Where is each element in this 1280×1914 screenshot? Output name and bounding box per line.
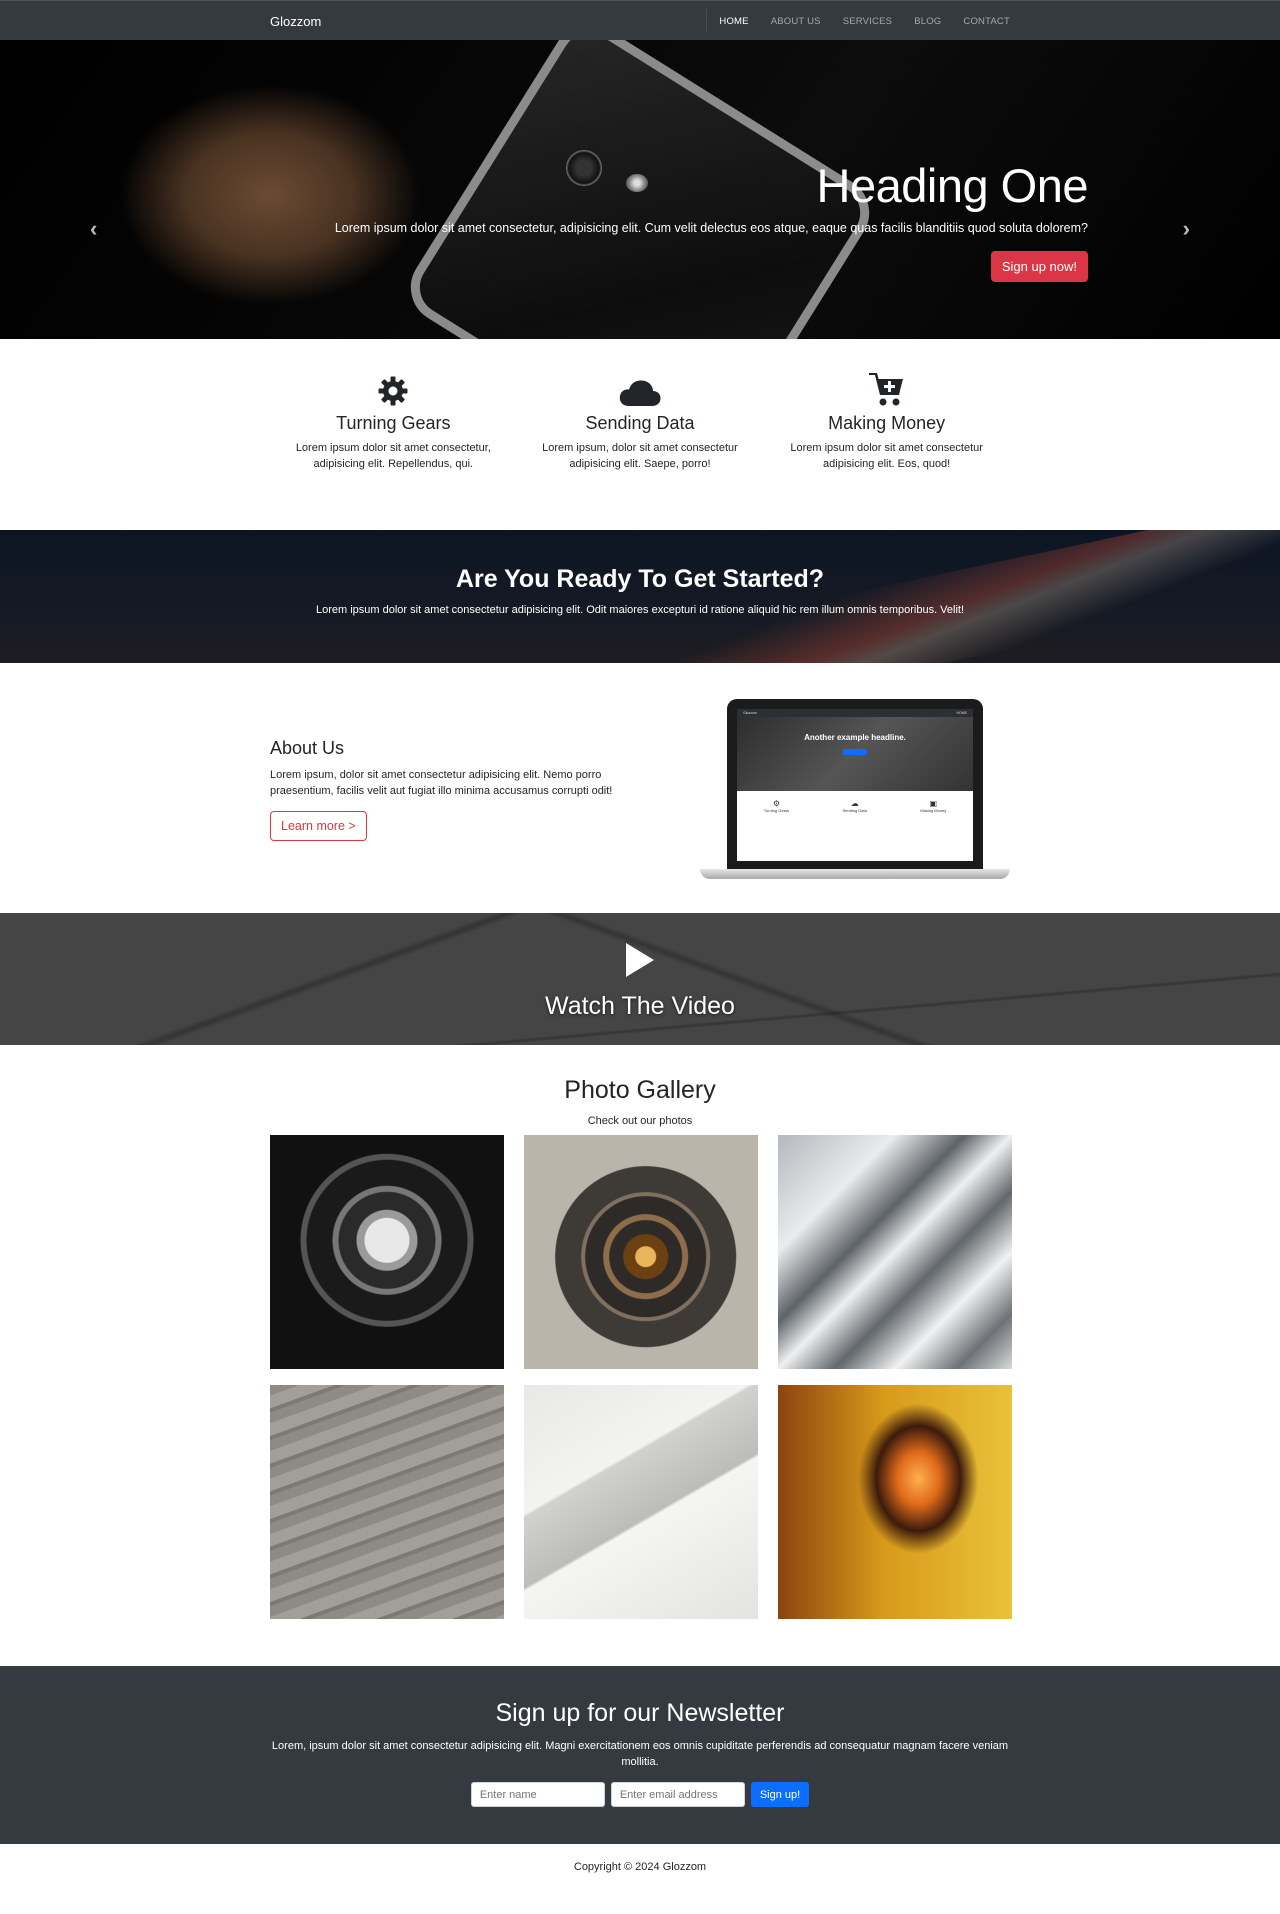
get-started-text: Lorem ipsum dolor sit amet consectetur a… — [315, 604, 965, 616]
mockup-feature: ⚙ Turning Gears — [763, 799, 790, 813]
mockup-nav-home: HOME — [956, 711, 968, 715]
feature-title: Making Money — [828, 413, 946, 433]
cart-plus-icon: ▣ — [929, 799, 938, 808]
laptop-screen: Glozzom HOME Another example headline. ⚙… — [727, 699, 983, 869]
about-content: About Us Lorem ipsum, dolor sit amet con… — [270, 738, 640, 841]
hero-text: Lorem ipsum dolor sit amet consectetur, … — [334, 221, 1088, 235]
gear-icon — [286, 371, 501, 407]
nav-menu: HOME ABOUT US SERVICES BLOG CONTACT — [706, 9, 1010, 33]
mockup-feature: ☁ Sending Data — [842, 799, 867, 813]
gallery-photo-dome-ceiling[interactable] — [270, 1135, 504, 1369]
mockup-features: ⚙ Turning Gears ☁ Sending Data ▣ Making Mon… — [737, 791, 973, 813]
video-section: Watch The Video — [0, 913, 1280, 1045]
about-section: About Us Lorem ipsum, dolor sit amet con… — [0, 663, 1280, 913]
sign-up-now-button[interactable]: Sign up now! — [990, 251, 1088, 282]
play-icon[interactable] — [626, 943, 654, 977]
nav-item-services[interactable]: SERVICES — [843, 16, 892, 27]
hero-heading: Heading One — [816, 159, 1089, 212]
carousel-next-icon[interactable]: › — [1183, 216, 1190, 242]
get-started-banner: Are You Ready To Get Started? Lorem ipsu… — [0, 530, 1280, 663]
nav-item-home[interactable]: HOME — [719, 16, 748, 27]
about-image: Glozzom HOME Another example headline. ⚙… — [640, 699, 1010, 879]
brand-logo[interactable]: Glozzom — [270, 14, 321, 29]
cloud-icon: ☁ — [850, 799, 859, 808]
mockup-hero: Another example headline. — [737, 717, 973, 791]
photo-gallery-section: Photo Gallery Check out our photos — [0, 1045, 1280, 1666]
gallery-grid — [270, 1135, 1012, 1619]
footer: Copyright © 2024 Glozzom — [0, 1844, 1280, 1891]
nav-item-contact[interactable]: CONTACT — [963, 16, 1010, 27]
gallery-photo-spiral-staircase[interactable] — [524, 1135, 758, 1369]
mockup-feature: ▣ Making Money — [920, 799, 947, 813]
cloud-icon — [533, 371, 748, 407]
feature-title: Turning Gears — [336, 413, 451, 433]
gallery-subheading: Check out our photos — [587, 1115, 693, 1127]
get-started-heading: Are You Ready To Get Started? — [455, 565, 825, 593]
cart-plus-icon — [779, 371, 994, 407]
video-heading[interactable]: Watch The Video — [0, 992, 1280, 1021]
copyright-text: Copyright © 2024 Glozzom — [573, 1861, 707, 1873]
sign-up-button[interactable]: Sign up! — [750, 1782, 810, 1807]
mockup-headline: Another example headline. — [804, 733, 906, 742]
feature-text: Lorem ipsum dolor sit amet consectetur, … — [295, 442, 491, 470]
navbar: Glozzom HOME ABOUT US SERVICES BLOG CONT… — [0, 0, 1280, 40]
laptop-mockup: Glozzom HOME Another example headline. ⚙… — [700, 699, 1010, 879]
nav-item-blog[interactable]: BLOG — [914, 16, 941, 27]
mockup-button — [843, 749, 867, 755]
feature-making-money: Making Money Lorem ipsum dolor sit amet … — [763, 371, 1010, 472]
feature-sending-data: Sending Data Lorem ipsum, dolor sit amet… — [517, 371, 764, 472]
newsletter-text: Lorem, ipsum dolor sit amet consectetur … — [271, 1740, 1009, 1768]
gallery-photo-snowy-mountains[interactable] — [778, 1135, 1012, 1369]
feature-title: Sending Data — [585, 413, 695, 433]
feature-turning-gears: Turning Gears Lorem ipsum dolor sit amet… — [270, 371, 517, 472]
mockup-brand: Glozzom — [743, 711, 757, 715]
feature-text: Lorem ipsum, dolor sit amet consectetur … — [542, 442, 738, 470]
newsletter-heading: Sign up for our Newsletter — [495, 1699, 785, 1727]
laptop-base — [700, 869, 1010, 879]
nav-item-about-us[interactable]: ABOUT US — [771, 16, 821, 27]
email-input[interactable] — [610, 1782, 745, 1807]
hero-caption: Heading One Lorem ipsum dolor sit amet c… — [334, 158, 1089, 282]
gallery-photo-white-staircase[interactable] — [524, 1385, 758, 1619]
feature-text: Lorem ipsum dolor sit amet consectetur a… — [790, 442, 983, 470]
carousel-prev-icon[interactable]: ‹ — [90, 216, 97, 242]
newsletter-section: Sign up for our Newsletter Lorem, ipsum … — [0, 1666, 1280, 1844]
features-section: Turning Gears Lorem ipsum dolor sit amet… — [0, 339, 1280, 530]
learn-more-button[interactable]: Learn more > — [270, 810, 367, 841]
gallery-photo-glowing-portrait[interactable] — [778, 1385, 1012, 1619]
name-input[interactable] — [470, 1782, 605, 1807]
mockup-navbar: Glozzom HOME — [737, 709, 973, 717]
gallery-photo-sand-dunes[interactable] — [270, 1385, 504, 1619]
about-text: Lorem ipsum, dolor sit amet consectetur … — [270, 768, 613, 797]
hero-carousel: ‹ › Heading One Lorem ipsum dolor sit am… — [0, 40, 1280, 339]
laptop-screen-content: Glozzom HOME Another example headline. ⚙… — [737, 709, 973, 861]
newsletter-form: Sign up! — [0, 1782, 1280, 1807]
about-heading: About Us — [270, 737, 345, 758]
gallery-heading: Photo Gallery — [564, 1076, 716, 1104]
gear-icon: ⚙ — [772, 799, 781, 808]
